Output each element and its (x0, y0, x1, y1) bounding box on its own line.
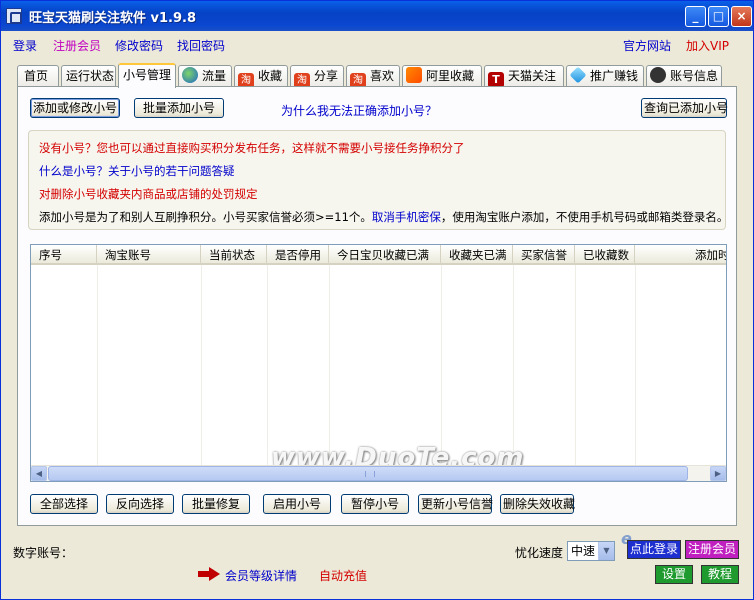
enable-account-button[interactable]: 启用小号 (263, 494, 331, 514)
tab-tmall-follow[interactable]: T 天猫关注 (484, 65, 564, 88)
tab-account-manage[interactable]: 小号管理 (118, 63, 176, 88)
member-level-link[interactable]: 会员等级详情 (225, 567, 297, 584)
table-header: 序号 淘宝账号 当前状态 是否停用 今日宝贝收藏已满 收藏夹已满 买家信誉 已收… (31, 245, 726, 265)
maximize-button[interactable]: □ (708, 6, 729, 27)
buy-points-link[interactable]: 没有小号？您也可以通过直接购买积分发布任务，这样就不需要小号接任务挣积分了 (39, 140, 465, 156)
tab-favorite[interactable]: 淘收藏 (234, 65, 288, 89)
update-credit-button[interactable]: 更新小号信誉 (418, 494, 493, 514)
batch-add-account-button[interactable]: 批量添加小号 (134, 98, 224, 118)
menu-login[interactable]: 登录 (13, 37, 37, 54)
account-icon (650, 67, 666, 83)
col-favorited-count[interactable]: 已收藏数 (575, 245, 635, 265)
col-folder-full[interactable]: 收藏夹已满 (441, 245, 513, 265)
faq-link[interactable]: 什么是小号？关于小号的若干问题答疑 (39, 163, 235, 179)
col-disabled[interactable]: 是否停用 (267, 245, 329, 265)
delete-invalid-button[interactable]: 删除失效收藏 (500, 494, 575, 514)
diamond-icon (569, 66, 587, 84)
info-box: 没有小号？您也可以通过直接购买积分发布任务，这样就不需要小号接任务挣积分了 什么… (28, 130, 729, 230)
menu-register[interactable]: 注册会员 (53, 37, 101, 54)
scroll-right-icon[interactable]: ▶ (710, 466, 726, 481)
col-added-time[interactable]: 添加时 (635, 245, 726, 265)
add-modify-account-button[interactable]: 添加或修改小号 (30, 98, 120, 118)
auto-recharge-link[interactable]: 自动充值 (319, 567, 367, 584)
speed-select[interactable]: 中速 ▼ (567, 541, 615, 561)
tab-account-info[interactable]: 账号信息 (646, 65, 722, 87)
scroll-thumb[interactable] (48, 466, 688, 481)
batch-fix-button[interactable]: 批量修复 (182, 494, 250, 514)
tab-share[interactable]: 淘分享 (290, 65, 344, 89)
menu-change-password[interactable]: 修改密码 (115, 37, 163, 54)
menu-bar: 登录 注册会员 修改密码 找回密码 官方网站 加入VIP (1, 31, 753, 57)
menu-join-vip[interactable]: 加入VIP (686, 37, 729, 54)
account-table[interactable]: 序号 淘宝账号 当前状态 是否停用 今日宝贝收藏已满 收藏夹已满 买家信誉 已收… (30, 244, 727, 482)
window-title: 旺宝天猫刷关注软件 v1.9.8 (29, 11, 197, 26)
chevron-down-icon[interactable]: ▼ (598, 542, 614, 560)
main-window: 旺宝天猫刷关注软件 v1.9.8 _ □ × 登录 注册会员 修改密码 找回密码… (0, 0, 754, 600)
tutorial-button[interactable]: 教程 (701, 565, 739, 584)
register-button[interactable]: 注册会员 (685, 540, 739, 559)
col-today-full[interactable]: 今日宝贝收藏已满 (329, 245, 441, 265)
login-button[interactable]: 点此登录 (627, 540, 681, 559)
settings-button[interactable]: 设置 (655, 565, 693, 584)
cancel-phone-protect-link[interactable]: 取消手机密保 (372, 210, 441, 224)
tab-traffic[interactable]: 流量 (178, 65, 232, 87)
tab-promote[interactable]: 推广赚钱 (566, 65, 644, 87)
account-manage-panel: 添加或修改小号 批量添加小号 为什么我无法正确添加小号？ 查询已添加小号 没有小… (17, 86, 737, 526)
title-bar[interactable]: 旺宝天猫刷关注软件 v1.9.8 _ □ × (1, 1, 753, 31)
scroll-left-icon[interactable]: ◀ (31, 466, 47, 481)
invert-selection-button[interactable]: 反向选择 (106, 494, 174, 514)
app-icon (6, 8, 22, 24)
select-all-button[interactable]: 全部选择 (30, 494, 98, 514)
tab-ali-favorite[interactable]: 阿里收藏 (402, 65, 482, 87)
tab-like[interactable]: 淘喜欢 (346, 65, 400, 89)
globe-icon (182, 67, 198, 83)
digit-account-label: 数字账号： (13, 546, 74, 560)
horizontal-scrollbar[interactable]: ◀ ▶ (31, 465, 726, 481)
ali-icon (406, 67, 422, 83)
penalty-rules-link[interactable]: 对删除小号收藏夹内商品或店铺的处罚规定 (39, 186, 258, 202)
col-buyer-credit[interactable]: 买家信誉 (513, 245, 575, 265)
col-status[interactable]: 当前状态 (201, 245, 267, 265)
arrow-right-icon (198, 567, 220, 581)
add-account-hint: 添加小号是为了和别人互刷挣积分。小号买家信誉必须>=11个。取消手机密保，使用淘… (39, 210, 729, 224)
speed-label: 忧化速度 (515, 546, 564, 560)
col-index[interactable]: 序号 (31, 245, 97, 265)
tab-run-status[interactable]: 运行状态 (61, 65, 116, 87)
pause-account-button[interactable]: 暂停小号 (341, 494, 409, 514)
close-button[interactable]: × (731, 6, 752, 27)
col-taobao-account[interactable]: 淘宝账号 (97, 245, 201, 265)
menu-recover-password[interactable]: 找回密码 (177, 37, 225, 54)
tab-home[interactable]: 首页 (17, 65, 59, 87)
menu-official-website[interactable]: 官方网站 (623, 37, 671, 54)
query-added-account-button[interactable]: 查询已添加小号 (641, 98, 728, 118)
minimize-button[interactable]: _ (685, 6, 706, 27)
why-cannot-add-link[interactable]: 为什么我无法正确添加小号？ (281, 102, 437, 119)
